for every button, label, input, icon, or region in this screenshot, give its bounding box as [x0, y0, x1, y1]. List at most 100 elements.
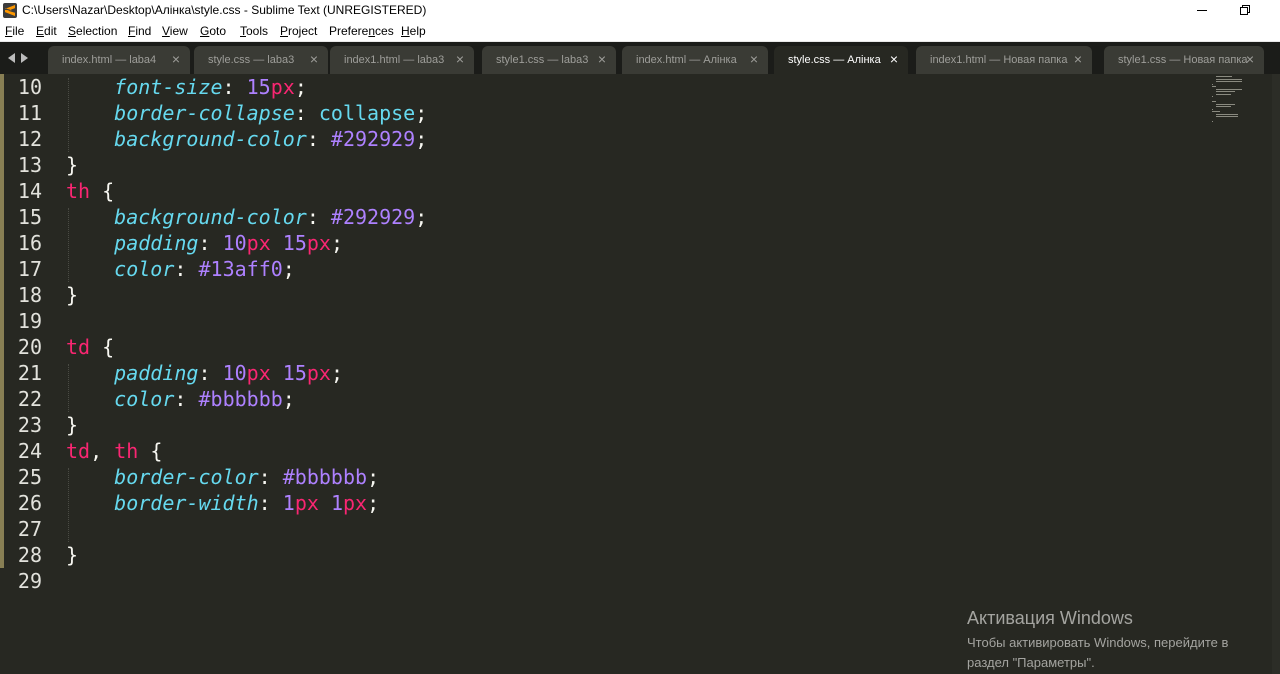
code-line[interactable]: 27: [0, 516, 1210, 542]
code-text: }: [66, 413, 79, 437]
close-icon[interactable]: ×: [456, 52, 464, 66]
code-line[interactable]: 21 padding: 10px 15px;: [0, 360, 1210, 386]
indent-guide: [68, 364, 69, 412]
line-number: 17: [17, 257, 42, 281]
arrow-right-icon[interactable]: [21, 53, 28, 63]
code-text: background-color: #292929;: [114, 127, 428, 151]
code-line[interactable]: 10 font-size: 15px;: [0, 74, 1210, 100]
menu-item[interactable]: Find: [128, 24, 151, 38]
line-number: 11: [17, 101, 42, 125]
code-line[interactable]: 19: [0, 308, 1210, 334]
tab-label: index.html — Алінка: [636, 54, 737, 66]
vertical-scrollbar[interactable]: [1272, 74, 1280, 674]
code-text: }: [66, 283, 79, 307]
line-number: 18: [17, 283, 42, 307]
line-number: 26: [17, 491, 42, 515]
minimize-button[interactable]: [1192, 0, 1212, 22]
code-line[interactable]: 24 td, th {: [0, 438, 1210, 464]
code-line[interactable]: 13}: [0, 152, 1210, 178]
indent-guide: [68, 78, 69, 152]
line-number: 16: [17, 231, 42, 255]
code-line[interactable]: 16 padding: 10px 15px;: [0, 230, 1210, 256]
code-text: th {: [66, 179, 115, 203]
activation-title: Активация Windows: [967, 608, 1133, 628]
code-line[interactable]: 18}: [0, 282, 1210, 308]
tab-label: style1.css — laba3: [496, 54, 589, 66]
menu-item[interactable]: Edit: [36, 24, 57, 38]
tab[interactable]: style1.css — laba3 ×: [482, 46, 616, 74]
windows-activation-watermark: Активация Windows Чтобы активировать Win…: [967, 606, 1267, 673]
code-text: border-width: 1px 1px;: [114, 491, 380, 515]
line-number: 28: [17, 543, 42, 567]
code-line[interactable]: 17 color: #13aff0;: [0, 256, 1210, 282]
line-number: 25: [17, 465, 42, 489]
menu-item[interactable]: Selection: [68, 24, 117, 38]
code-line[interactable]: 15 background-color: #292929;: [0, 204, 1210, 230]
close-icon[interactable]: ×: [890, 52, 898, 66]
line-number: 12: [17, 127, 42, 151]
menu-item[interactable]: Tools: [240, 24, 268, 38]
code-line[interactable]: 14 th {: [0, 178, 1210, 204]
tab-label: index1.html — laba3: [344, 54, 445, 66]
line-number: 21: [17, 361, 42, 385]
tab-navigation-arrows[interactable]: [6, 52, 34, 64]
code-text: border-collapse: collapse;: [114, 101, 428, 125]
tab[interactable]: index1.html — Новая папка ×: [916, 46, 1092, 74]
code-text: border-color: #bbbbbb;: [114, 465, 380, 489]
code-line[interactable]: 20 td {: [0, 334, 1210, 360]
code-text: color: #bbbbbb;: [114, 387, 295, 411]
close-icon[interactable]: ×: [310, 52, 318, 66]
tab[interactable]: index.html — Алінка ×: [622, 46, 768, 74]
code-line[interactable]: 25 border-color: #bbbbbb;: [0, 464, 1210, 490]
line-number: 19: [17, 309, 42, 333]
close-icon[interactable]: ×: [750, 52, 758, 66]
code-line[interactable]: 28}: [0, 542, 1210, 568]
menu-item[interactable]: View: [162, 24, 188, 38]
code-line[interactable]: 23}: [0, 412, 1210, 438]
menu-bar: File Edit Selection Find View Goto Tools Projec…: [0, 22, 1280, 42]
close-icon[interactable]: ×: [172, 52, 180, 66]
close-icon[interactable]: ×: [1246, 52, 1254, 66]
activation-text: Чтобы активировать Windows, перейдите в …: [967, 635, 1229, 670]
code-text: }: [66, 543, 79, 567]
line-number: 22: [17, 387, 42, 411]
menu-item[interactable]: Preferences: [329, 24, 394, 38]
line-number: 29: [17, 569, 42, 593]
line-number: 10: [17, 75, 42, 99]
code-line[interactable]: 11 border-collapse: collapse;: [0, 100, 1210, 126]
code-text: font-size: 15px;: [114, 75, 307, 99]
code-line[interactable]: 29: [0, 568, 1210, 594]
tab-label: style1.css — Новая папка: [1118, 54, 1248, 66]
line-number: 24: [17, 439, 42, 463]
tab[interactable]: style.css — laba3 ×: [194, 46, 328, 74]
line-number: 14: [17, 179, 42, 203]
menu-item[interactable]: Project: [280, 24, 317, 38]
minimap[interactable]: [1208, 74, 1268, 134]
close-icon[interactable]: ×: [1074, 52, 1082, 66]
code-text: td, th {: [66, 439, 163, 463]
tab[interactable]: index.html — laba4 ×: [48, 46, 190, 74]
close-icon[interactable]: ×: [598, 52, 606, 66]
restore-button[interactable]: [1234, 0, 1254, 22]
tab[interactable]: index1.html — laba3 ×: [330, 46, 474, 74]
code-text: color: #13aff0;: [114, 257, 295, 281]
window-title: C:\Users\Nazar\Desktop\Алінка\style.css …: [22, 3, 427, 17]
tab[interactable]: style1.css — Новая папка ×: [1104, 46, 1264, 74]
code-line[interactable]: 22 color: #bbbbbb;: [0, 386, 1210, 412]
menu-item[interactable]: File: [5, 24, 24, 38]
code-editor[interactable]: 10 font-size: 15px; 11 border-collapse: c…: [0, 74, 1280, 674]
code-text: td {: [66, 335, 115, 359]
menu-item[interactable]: Help: [401, 24, 426, 38]
sublime-text-app-icon: [3, 3, 17, 18]
tab[interactable]: style.css — Алінка ×: [774, 46, 908, 74]
code-text: padding: 10px 15px;: [114, 361, 344, 385]
tab-label: style.css — Алінка: [788, 54, 881, 66]
tab-bar: index.html — laba4 × style.css — laba3 × ind…: [0, 42, 1280, 74]
arrow-left-icon[interactable]: [8, 53, 15, 63]
indent-guide: [68, 208, 69, 282]
code-line[interactable]: 26 border-width: 1px 1px;: [0, 490, 1210, 516]
tab-label: index1.html — Новая папка: [930, 54, 1068, 66]
code-line[interactable]: 12 background-color: #292929;: [0, 126, 1210, 152]
menu-item[interactable]: Goto: [200, 24, 226, 38]
line-number: 13: [17, 153, 42, 177]
